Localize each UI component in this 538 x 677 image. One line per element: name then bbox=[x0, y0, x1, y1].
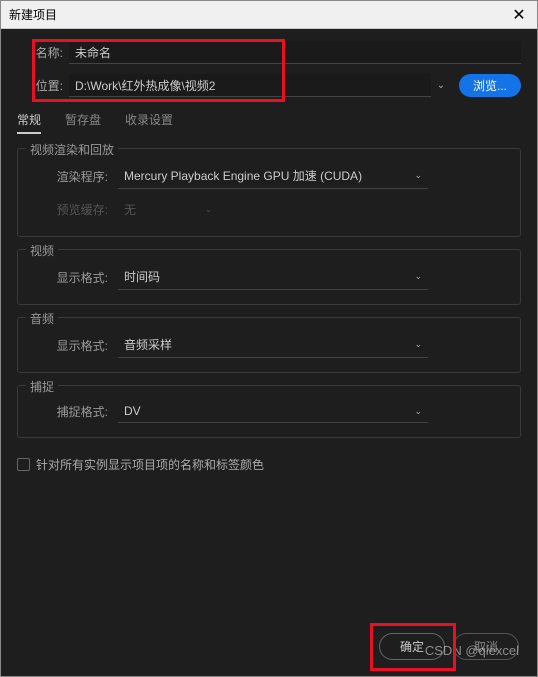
section-title-audio: 音频 bbox=[26, 310, 58, 327]
section-title-video-rendering: 视频渲染和回放 bbox=[26, 141, 118, 158]
audio-format-select[interactable]: 音频采样 ⌄ bbox=[118, 332, 428, 358]
name-label: 名称: bbox=[17, 44, 69, 61]
tab-scratch-disks[interactable]: 暂存盘 bbox=[65, 107, 101, 134]
dialog-title: 新建项目 bbox=[9, 6, 57, 23]
audio-format-label: 显示格式: bbox=[30, 337, 118, 354]
capture-format-select[interactable]: DV ⌄ bbox=[118, 400, 428, 423]
display-names-row: 针对所有实例显示项目项的名称和标签颜色 bbox=[17, 456, 521, 473]
renderer-value: Mercury Playback Engine GPU 加速 (CUDA) bbox=[124, 167, 362, 184]
section-title-capture: 捕捉 bbox=[26, 378, 58, 395]
location-row: 位置: ⌄ 浏览... bbox=[17, 74, 521, 97]
display-names-checkbox[interactable] bbox=[17, 458, 30, 471]
close-icon[interactable]: ✕ bbox=[509, 5, 529, 25]
ok-button[interactable]: 确定 bbox=[379, 633, 445, 660]
chevron-down-icon: ⌄ bbox=[204, 204, 212, 215]
preview-cache-row: 预览缓存: 无 ⌄ bbox=[30, 197, 508, 222]
location-label: 位置: bbox=[17, 77, 69, 94]
preview-cache-label: 预览缓存: bbox=[30, 201, 118, 218]
video-format-row: 显示格式: 时间码 ⌄ bbox=[30, 264, 508, 290]
section-video: 视频 显示格式: 时间码 ⌄ bbox=[17, 249, 521, 305]
chevron-down-icon: ⌄ bbox=[414, 339, 422, 350]
section-video-rendering: 视频渲染和回放 渲染程序: Mercury Playback Engine GP… bbox=[17, 148, 521, 237]
section-capture: 捕捉 捕捉格式: DV ⌄ bbox=[17, 385, 521, 438]
preview-cache-select: 无 ⌄ bbox=[118, 197, 218, 222]
renderer-select[interactable]: Mercury Playback Engine GPU 加速 (CUDA) ⌄ bbox=[118, 163, 428, 189]
chevron-down-icon[interactable]: ⌄ bbox=[431, 80, 451, 91]
chevron-down-icon: ⌄ bbox=[414, 271, 422, 282]
display-names-label: 针对所有实例显示项目项的名称和标签颜色 bbox=[36, 456, 264, 473]
audio-format-row: 显示格式: 音频采样 ⌄ bbox=[30, 332, 508, 358]
dialog-footer: 确定 取消 bbox=[379, 633, 519, 660]
tab-ingest-settings[interactable]: 收录设置 bbox=[125, 107, 173, 134]
audio-format-value: 音频采样 bbox=[124, 336, 172, 353]
capture-format-row: 捕捉格式: DV ⌄ bbox=[30, 400, 508, 423]
name-row: 名称: bbox=[17, 41, 521, 64]
video-format-label: 显示格式: bbox=[30, 269, 118, 286]
video-format-select[interactable]: 时间码 ⌄ bbox=[118, 264, 428, 290]
capture-format-value: DV bbox=[124, 404, 141, 418]
dialog-content: 名称: 位置: ⌄ 浏览... 常规 暂存盘 收录设置 视频渲染和回放 渲染程序… bbox=[1, 29, 537, 676]
capture-format-label: 捕捉格式: bbox=[30, 403, 118, 420]
browse-button[interactable]: 浏览... bbox=[459, 74, 521, 97]
tabs: 常规 暂存盘 收录设置 bbox=[17, 107, 521, 134]
titlebar: 新建项目 ✕ bbox=[1, 1, 537, 29]
name-input[interactable] bbox=[69, 41, 521, 64]
location-input[interactable] bbox=[69, 74, 431, 97]
section-audio: 音频 显示格式: 音频采样 ⌄ bbox=[17, 317, 521, 373]
video-format-value: 时间码 bbox=[124, 268, 160, 285]
preview-cache-value: 无 bbox=[124, 201, 136, 218]
chevron-down-icon: ⌄ bbox=[414, 406, 422, 417]
renderer-label: 渲染程序: bbox=[30, 168, 118, 185]
chevron-down-icon: ⌄ bbox=[414, 170, 422, 181]
renderer-row: 渲染程序: Mercury Playback Engine GPU 加速 (CU… bbox=[30, 163, 508, 189]
cancel-button[interactable]: 取消 bbox=[453, 633, 519, 660]
section-title-video: 视频 bbox=[26, 242, 58, 259]
tab-general[interactable]: 常规 bbox=[17, 107, 41, 134]
new-project-dialog: 新建项目 ✕ 名称: 位置: ⌄ 浏览... 常规 暂存盘 收录设置 视频渲染和… bbox=[0, 0, 538, 677]
